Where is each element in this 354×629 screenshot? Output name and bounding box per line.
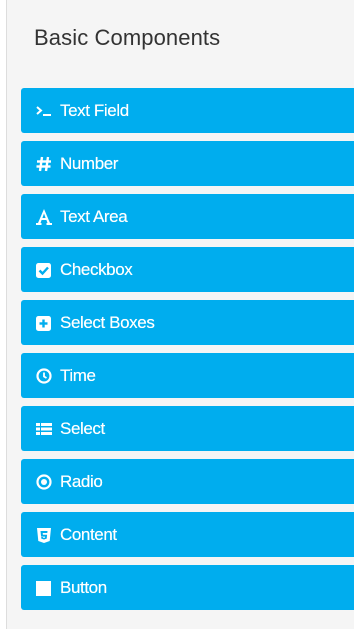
select-component-button[interactable]: Select	[21, 406, 354, 451]
component-list: Text Field Number Text Area Checkbox Sel…	[21, 88, 354, 618]
check-square-icon	[34, 260, 54, 280]
panel-title[interactable]: Basic Components	[34, 25, 220, 51]
component-label: Button	[60, 577, 107, 597]
basic-components-panel: Basic Components Text Field Number Text …	[6, 0, 354, 629]
select-boxes-component-button[interactable]: Select Boxes	[21, 300, 354, 345]
component-label: Text Field	[60, 100, 129, 120]
list-icon	[34, 419, 54, 439]
clock-icon	[34, 366, 54, 386]
text-area-component-button[interactable]: Text Area	[21, 194, 354, 239]
dot-circle-icon	[34, 472, 54, 492]
checkbox-component-button[interactable]: Checkbox	[21, 247, 354, 292]
text-field-component-button[interactable]: Text Field	[21, 88, 354, 133]
component-label: Select	[60, 418, 105, 438]
component-label: Checkbox	[60, 259, 133, 279]
component-label: Content	[60, 524, 117, 544]
button-component-button[interactable]: Button	[21, 565, 354, 610]
html5-icon	[34, 525, 54, 545]
component-label: Text Area	[60, 206, 128, 226]
stop-icon	[34, 578, 54, 598]
radio-component-button[interactable]: Radio	[21, 459, 354, 504]
component-label: Select Boxes	[60, 312, 155, 332]
time-component-button[interactable]: Time	[21, 353, 354, 398]
hash-icon	[34, 154, 54, 174]
component-label: Radio	[60, 471, 103, 491]
terminal-icon	[34, 101, 54, 121]
content-component-button[interactable]: Content	[21, 512, 354, 557]
font-icon	[34, 207, 54, 227]
number-component-button[interactable]: Number	[21, 141, 354, 186]
component-label: Number	[60, 153, 119, 173]
component-label: Time	[60, 365, 96, 385]
plus-square-icon	[34, 313, 54, 333]
